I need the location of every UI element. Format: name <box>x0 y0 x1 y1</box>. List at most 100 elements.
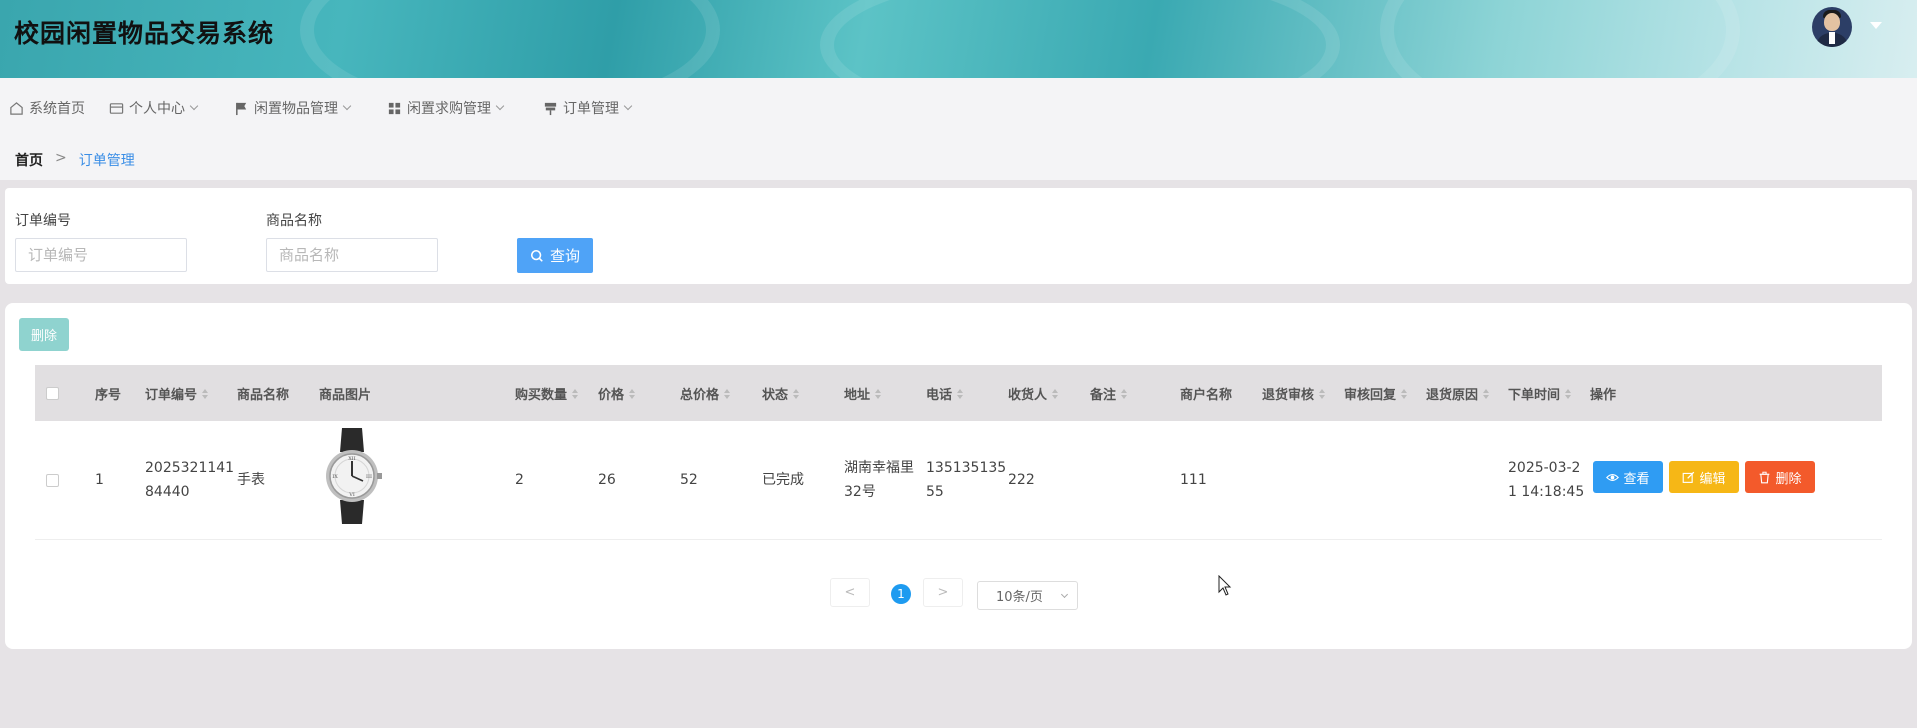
cell-product: 手表 <box>237 472 265 488</box>
batch-delete-button[interactable]: 删除 <box>19 318 69 351</box>
header-ripple <box>820 0 1340 78</box>
user-avatar[interactable] <box>1812 7 1852 47</box>
sort-icon[interactable] <box>957 388 964 399</box>
sort-icon[interactable] <box>793 388 800 399</box>
cell-phone: 135135135 55 <box>926 460 1007 500</box>
caret-down-icon[interactable] <box>1870 22 1882 29</box>
col-header-merchant: 商户名称 <box>1180 388 1233 403</box>
next-page-button[interactable]: > <box>923 578 963 607</box>
col-header-review-reply[interactable]: 审核回复 <box>1344 384 1408 403</box>
col-header-status[interactable]: 状态 <box>762 384 800 403</box>
delete-label: 删除 <box>1775 470 1802 486</box>
col-header-image: 商品图片 <box>319 388 372 403</box>
product-name-label: 商品名称 <box>266 213 322 229</box>
sort-icon[interactable] <box>572 388 579 399</box>
col-header-return-reason[interactable]: 退货原因 <box>1426 384 1490 403</box>
col-header-order-no[interactable]: 订单编号 <box>145 384 209 403</box>
top-header: 校园闲置物品交易系统 <box>0 0 1917 78</box>
nav-label: 个人中心 <box>129 101 185 117</box>
cell-price: 26 <box>598 472 616 488</box>
nav-item-personal[interactable]: 个人中心 <box>109 98 199 118</box>
select-all-checkbox[interactable] <box>46 387 59 400</box>
svg-text:III: III <box>366 474 372 480</box>
chevron-down-icon <box>1060 590 1069 599</box>
product-name-input[interactable] <box>266 238 438 272</box>
eye-icon <box>1606 473 1620 481</box>
sort-icon[interactable] <box>629 388 636 399</box>
top-nav: 系统首页 个人中心 闲置物品管理 闲置求购管理 订单管理 <box>0 78 1917 136</box>
col-header-order-time[interactable]: 下单时间 <box>1508 384 1572 403</box>
sign-icon <box>544 102 557 115</box>
breadcrumb-separator: > <box>55 150 67 166</box>
table-header: 序号 订单编号 商品名称 商品图片 购买数量 价格 总价格 状态 地址 电话 收… <box>35 365 1882 421</box>
cell-total: 52 <box>680 472 698 488</box>
sort-icon[interactable] <box>1565 388 1572 399</box>
edit-label: 编辑 <box>1699 470 1726 486</box>
col-header-return-review[interactable]: 退货审核 <box>1262 384 1326 403</box>
query-label: 查询 <box>549 248 580 265</box>
cell-order-no: 2025321141 84440 <box>145 460 235 500</box>
home-icon <box>10 101 23 115</box>
sort-icon[interactable] <box>1401 388 1408 399</box>
delete-button[interactable]: 删除 <box>1745 461 1815 493</box>
query-button[interactable]: 查询 <box>517 238 593 273</box>
col-header-actions: 操作 <box>1590 388 1617 403</box>
chevron-down-icon <box>342 101 352 111</box>
col-header-phone[interactable]: 电话 <box>926 384 964 403</box>
header-ripple <box>300 0 720 78</box>
breadcrumb-bar: 首页 > 订单管理 <box>0 136 1917 180</box>
page-size-select[interactable]: 10条/页 <box>977 581 1078 610</box>
col-header-quantity[interactable]: 购买数量 <box>515 384 579 403</box>
sort-icon[interactable] <box>1483 388 1490 399</box>
table-row: 1 2025321141 84440 手表 XII III VI IX 2 26 … <box>35 421 1882 540</box>
search-icon <box>530 249 543 262</box>
svg-text:IX: IX <box>332 474 338 480</box>
card-icon <box>109 102 124 114</box>
row-checkbox[interactable] <box>46 474 59 487</box>
svg-text:VI: VI <box>348 492 355 498</box>
breadcrumb-home[interactable]: 首页 <box>15 150 43 170</box>
sort-icon[interactable] <box>1052 388 1059 399</box>
col-header-total[interactable]: 总价格 <box>680 384 731 403</box>
search-panel: 订单编号 商品名称 查询 <box>5 188 1912 284</box>
col-header-product: 商品名称 <box>237 388 290 403</box>
cell-merchant: 111 <box>1180 472 1207 488</box>
chevron-down-icon <box>623 101 633 111</box>
cell-address: 湖南幸福里 32号 <box>844 460 914 500</box>
col-header-address[interactable]: 地址 <box>844 384 882 403</box>
breadcrumb-current: 订单管理 <box>78 153 135 169</box>
sort-icon[interactable] <box>1121 388 1128 399</box>
nav-item-idle-goods[interactable]: 闲置物品管理 <box>234 98 352 118</box>
order-no-input[interactable] <box>15 238 187 272</box>
col-header-remark[interactable]: 备注 <box>1090 384 1128 403</box>
cell-quantity: 2 <box>515 472 524 488</box>
sort-icon[interactable] <box>724 388 731 399</box>
view-button[interactable]: 查看 <box>1593 461 1663 493</box>
nav-item-idle-wanted[interactable]: 闲置求购管理 <box>387 98 505 118</box>
nav-item-orders[interactable]: 订单管理 <box>543 98 633 118</box>
page-number-1[interactable]: 1 <box>891 584 911 604</box>
nav-label: 闲置求购管理 <box>407 101 491 117</box>
prev-page-button[interactable]: < <box>830 578 870 607</box>
edit-button[interactable]: 编辑 <box>1669 461 1739 493</box>
sort-icon[interactable] <box>1319 388 1326 399</box>
sort-icon[interactable] <box>875 388 882 399</box>
col-header-index: 序号 <box>95 388 122 403</box>
col-header-receiver[interactable]: 收货人 <box>1008 384 1059 403</box>
edit-icon <box>1683 471 1695 483</box>
app-title: 校园闲置物品交易系统 <box>14 19 275 48</box>
nav-item-home[interactable]: 系统首页 <box>9 98 85 118</box>
col-header-price[interactable]: 价格 <box>598 384 636 403</box>
nav-label: 系统首页 <box>29 101 85 117</box>
chevron-down-icon <box>495 101 505 111</box>
trash-icon <box>1760 471 1770 483</box>
cell-order-time: 2025-03-2 1 14:18:45 <box>1508 460 1585 500</box>
table-panel: 删除 序号 订单编号 商品名称 商品图片 购买数量 价格 总价格 状态 地址 电… <box>5 303 1912 649</box>
flag-icon <box>236 102 247 115</box>
nav-label: 闲置物品管理 <box>254 101 338 117</box>
cell-index: 1 <box>95 472 104 488</box>
sort-icon[interactable] <box>202 388 209 399</box>
nav-label: 订单管理 <box>563 101 619 117</box>
mouse-cursor-icon <box>1218 575 1232 596</box>
header-ripple <box>1380 0 1740 78</box>
